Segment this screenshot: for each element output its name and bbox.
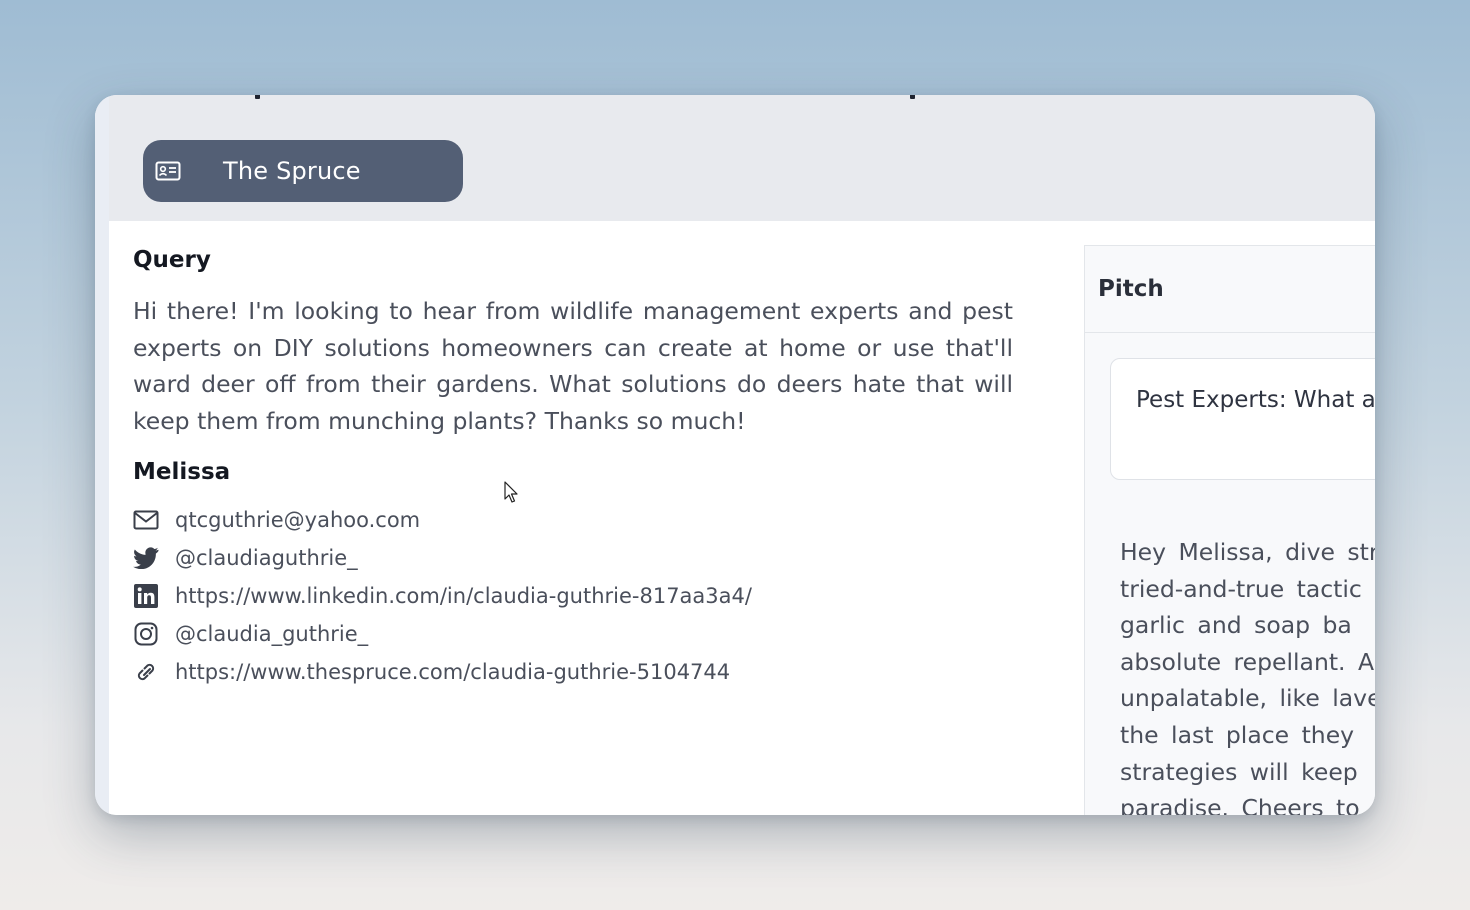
query-heading: Query: [133, 247, 211, 273]
source-name: The Spruce: [223, 157, 361, 185]
pitch-body-line: tried-and-true tactic: [1120, 574, 1362, 603]
clipped-title-fragment: [910, 95, 915, 99]
pitch-body-field[interactable]: Hey Melissa, dive stra tried-and-true ta…: [1085, 526, 1375, 815]
contact-linkedin[interactable]: https://www.linkedin.com/in/claudia-guth…: [133, 581, 833, 611]
contact-instagram[interactable]: @claudia_guthrie_: [133, 619, 833, 649]
pitch-subject-field[interactable]: Pest Experts: What a: [1110, 358, 1375, 480]
contact-instagram-text: @claudia_guthrie_: [175, 622, 369, 646]
main-content: Query Hi there! I'm looking to hear from…: [109, 221, 1375, 815]
mouse-cursor-icon: [504, 481, 520, 509]
contact-twitter-text: @claudiaguthrie_: [175, 546, 358, 570]
instagram-icon: [133, 621, 159, 647]
journalist-name: Melissa: [133, 459, 231, 485]
contact-email[interactable]: qtcguthrie@yahoo.com: [133, 505, 833, 535]
left-edge: [95, 95, 109, 815]
pitch-body-line: the last place they: [1120, 720, 1355, 749]
pitch-body-line: garlic and soap ba: [1120, 611, 1352, 640]
contact-twitter[interactable]: @claudiaguthrie_: [133, 543, 833, 573]
pitch-body: Hey Melissa, dive stra tried-and-true ta…: [1120, 534, 1375, 815]
pitch-body-line: absolute repellant. A: [1120, 647, 1375, 676]
mail-icon: [133, 507, 159, 533]
pitch-heading: Pitch: [1098, 276, 1164, 302]
pitch-panel: Pitch Pest Experts: What a Hey Melissa, …: [1084, 245, 1375, 815]
contact-website[interactable]: https://www.thespruce.com/claudia-guthri…: [133, 657, 833, 687]
pitch-body-line: paradise. Cheers to a: [1120, 794, 1375, 815]
clipped-title-fragment: [255, 95, 260, 99]
pitch-body-line: Hey Melissa, dive stra: [1120, 538, 1375, 566]
source-pill[interactable]: The Spruce: [143, 140, 463, 202]
linkedin-icon: [133, 583, 159, 609]
app-window: The Spruce Query Hi there! I'm looking t…: [95, 95, 1375, 815]
pitch-header: Pitch: [1085, 246, 1375, 333]
contact-email-text: qtcguthrie@yahoo.com: [175, 508, 421, 532]
link-icon: [133, 659, 159, 685]
pitch-body-line: strategies will keep: [1120, 757, 1358, 786]
header-band: The Spruce: [95, 95, 1375, 221]
twitter-icon: [133, 545, 159, 571]
contact-linkedin-text: https://www.linkedin.com/in/claudia-guth…: [175, 584, 752, 608]
contact-website-text: https://www.thespruce.com/claudia-guthri…: [175, 660, 731, 684]
pitch-body-line: unpalatable, like lave: [1120, 684, 1375, 713]
query-text: Hi there! I'm looking to hear from wildl…: [133, 297, 1013, 435]
id-card-icon: [155, 161, 181, 181]
pitch-subject-text: Pest Experts: What a: [1136, 387, 1375, 413]
